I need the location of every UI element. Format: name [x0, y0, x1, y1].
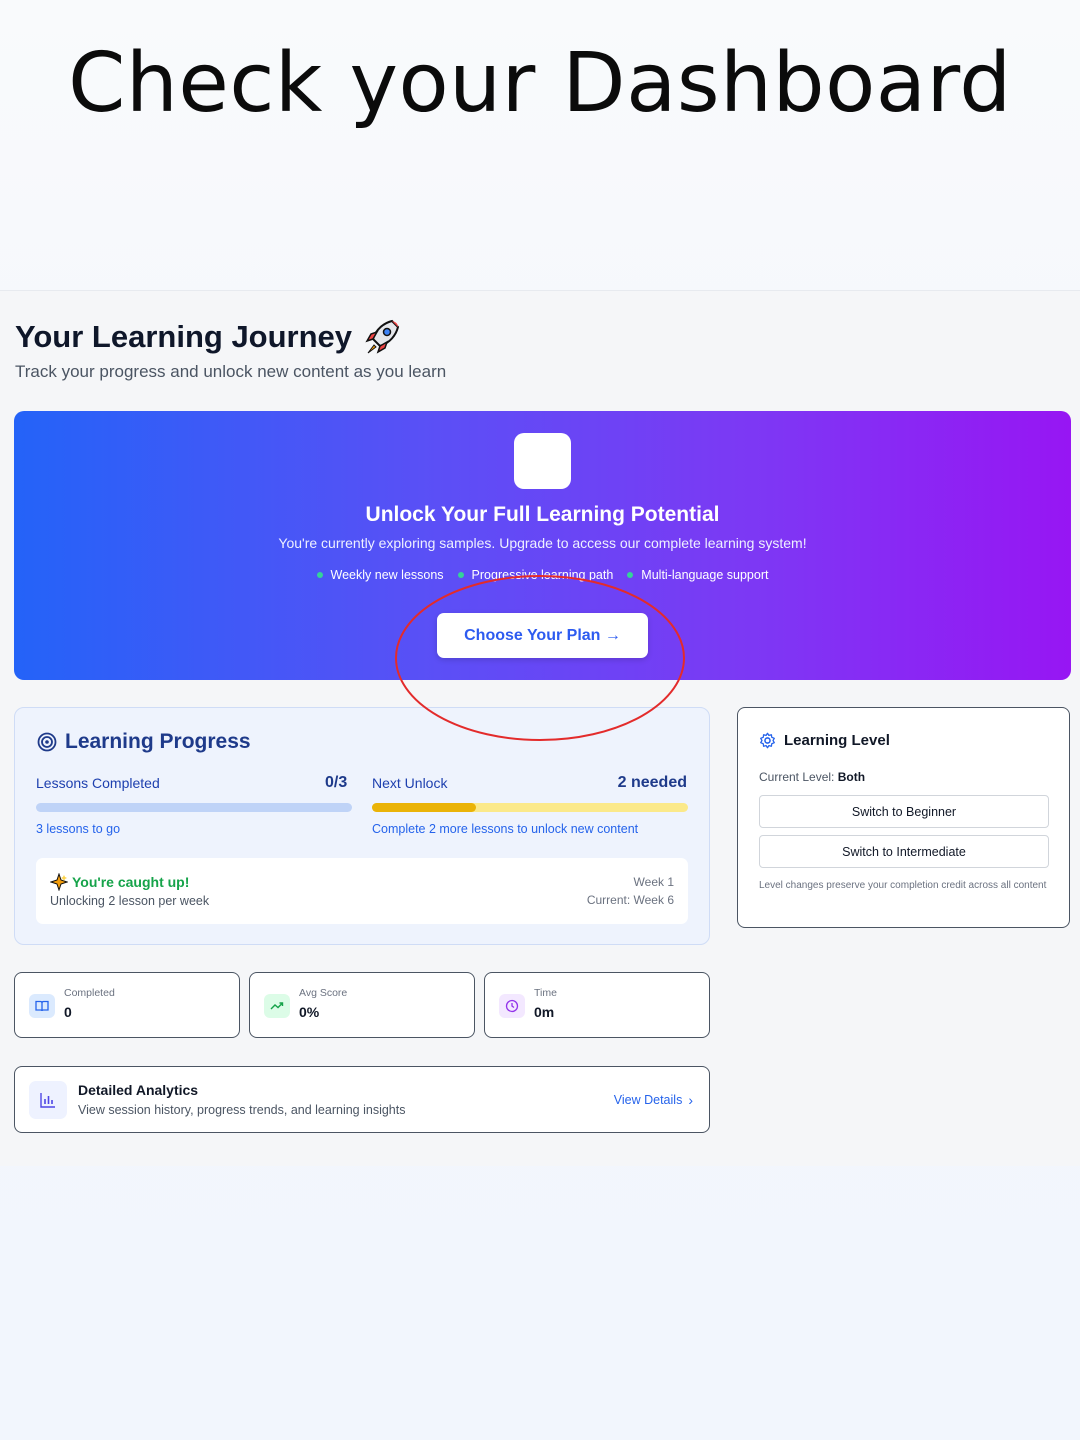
bar-chart-icon: [29, 1081, 67, 1119]
detailed-analytics-card[interactable]: Detailed Analytics View session history,…: [14, 1066, 710, 1133]
upgrade-banner: Unlock Your Full Learning Potential You'…: [14, 411, 1071, 680]
caught-up-subtitle: Unlocking 2 lesson per week: [50, 894, 210, 908]
learning-progress-card: Learning Progress Lessons Completed 0/3 …: [14, 707, 710, 945]
stat-value: 0m: [534, 1004, 555, 1020]
bullet-dot-icon: [627, 572, 634, 578]
stat-time-card: Time 0m: [484, 972, 710, 1038]
stat-value: 0: [64, 1004, 72, 1020]
lessons-hint: 3 lessons to go: [36, 822, 121, 836]
switch-beginner-button[interactable]: Switch to Beginner: [759, 795, 1049, 828]
level-note: Level changes preserve your completion c…: [759, 880, 1047, 891]
current-level: Current Level: Both: [759, 770, 866, 784]
next-unlock-value: 2 needed: [617, 774, 687, 791]
page-title: Your Learning Journey: [15, 317, 402, 357]
feature-item: Progressive learning path: [457, 568, 613, 582]
unlock-hint: Complete 2 more lessons to unlock new co…: [372, 822, 639, 836]
sparkle-icon: [50, 873, 68, 891]
analytics-title: Detailed Analytics: [78, 1082, 199, 1098]
trend-up-icon: [264, 994, 290, 1018]
caught-up-title: You're caught up!: [72, 874, 190, 890]
stat-label: Time: [534, 987, 557, 999]
lessons-completed-label: Lessons Completed: [36, 775, 160, 791]
lessons-completed-value: 0/3: [325, 774, 348, 791]
next-unlock-label: Next Unlock: [372, 775, 448, 791]
banner-icon: [514, 433, 571, 489]
rocket-icon: [365, 319, 400, 354]
week-label: Week 1: [633, 875, 674, 889]
page-subtitle: Track your progress and unlock new conte…: [15, 362, 447, 381]
current-level-value: Both: [837, 770, 866, 784]
book-icon: [29, 994, 55, 1018]
unlock-progress-bar: [372, 803, 688, 812]
caption-heading: Check your Dashboard: [68, 36, 1012, 131]
clock-icon: [499, 994, 525, 1018]
lessons-progress-bar: [36, 803, 352, 812]
feature-list: Weekly new lessons Progressive learning …: [14, 568, 1071, 582]
gear-icon: [760, 732, 775, 749]
stat-avg-score-card: Avg Score 0%: [249, 972, 475, 1038]
switch-intermediate-button[interactable]: Switch to Intermediate: [759, 835, 1049, 868]
stat-completed-card: Completed 0: [14, 972, 240, 1038]
feature-item: Multi-language support: [627, 568, 768, 582]
page-title-text: Your Learning Journey: [15, 319, 353, 354]
dashboard-app: Your Learning Journey Track your progres…: [0, 290, 1080, 1166]
stat-label: Avg Score: [299, 987, 348, 999]
current-week-label: Current: Week 6: [586, 893, 674, 907]
stat-label: Completed: [64, 987, 115, 999]
bullet-dot-icon: [457, 572, 464, 578]
analytics-subtitle: View session history, progress trends, a…: [78, 1103, 406, 1117]
target-icon: [37, 732, 57, 752]
banner-subtitle: You're currently exploring samples. Upgr…: [278, 535, 807, 551]
view-details-link[interactable]: View Details ›: [614, 1092, 693, 1108]
level-title: Learning Level: [759, 732, 890, 749]
progress-title: Learning Progress: [37, 730, 251, 754]
bullet-dot-icon: [316, 572, 323, 578]
feature-item: Weekly new lessons: [316, 568, 444, 582]
banner-title: Unlock Your Full Learning Potential: [365, 503, 720, 526]
stat-value: 0%: [299, 1004, 320, 1020]
learning-level-card: Learning Level Current Level: Both Switc…: [737, 707, 1070, 928]
unlock-progress-fill: [372, 803, 477, 812]
chevron-right-icon: ›: [688, 1092, 693, 1108]
caught-up-panel: You're caught up! Unlocking 2 lesson per…: [36, 858, 688, 924]
choose-plan-button[interactable]: Choose Your Plan →: [437, 613, 648, 658]
